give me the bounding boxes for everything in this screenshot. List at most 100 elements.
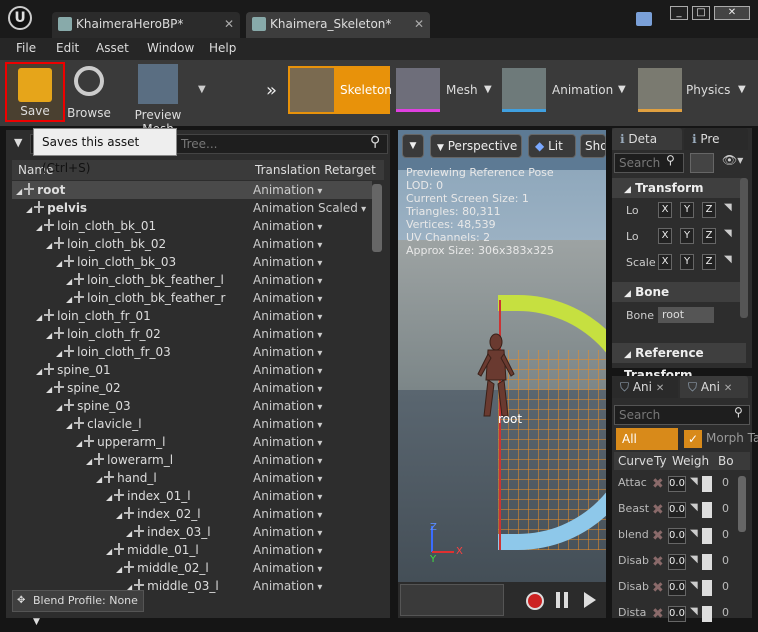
scrollbar[interactable]	[738, 476, 746, 532]
retarget-dropdown[interactable]: Animation ▾	[253, 415, 322, 435]
tree-row[interactable]: ◢ loin_cloth_fr_02 Animation ▾	[12, 325, 372, 343]
chevron-right-icon[interactable]: »	[266, 80, 277, 101]
tab-anim-1[interactable]: ⛉ Ani ✕	[612, 376, 678, 398]
axis-x-field[interactable]: X	[658, 228, 672, 244]
close-tab-icon[interactable]: ✕	[414, 12, 424, 36]
tree-row[interactable]: ◢ loin_cloth_fr_03 Animation ▾	[12, 343, 372, 361]
save-button[interactable]: Save	[5, 62, 65, 122]
axis-x-field[interactable]: X	[658, 254, 672, 270]
reset-arrow-icon[interactable]: ◥	[690, 502, 698, 513]
retarget-dropdown[interactable]: Animation ▾	[253, 487, 322, 507]
expand-icon[interactable]: ◢	[66, 421, 72, 430]
preview-mesh-dropdown-icon[interactable]: ▼	[198, 84, 206, 95]
col-type[interactable]: Ty	[654, 452, 667, 470]
retarget-dropdown[interactable]: Animation ▾	[253, 325, 322, 345]
lit-button[interactable]: ◆ Lit	[528, 134, 576, 158]
retarget-dropdown[interactable]: Animation ▾	[253, 577, 322, 597]
axis-z-field[interactable]: Z	[702, 228, 716, 244]
mode-physics[interactable]: Physics ▼	[636, 66, 752, 114]
reset-arrow-icon[interactable]: ◥	[690, 606, 698, 617]
perspective-button[interactable]: ▼ Perspective	[430, 134, 522, 158]
curves-search-input[interactable]: Search	[614, 405, 750, 425]
tab-khaimera-hero-bp[interactable]: KhaimeraHeroBP* ✕	[52, 12, 240, 38]
expand-icon[interactable]: ◢	[56, 403, 62, 412]
tree-row[interactable]: ◢ root Animation ▾	[12, 181, 372, 199]
curve-slider[interactable]	[702, 580, 712, 596]
tree-row[interactable]: ◢ lowerarm_l Animation ▾	[12, 451, 372, 469]
menu-window[interactable]: Window	[147, 41, 194, 55]
curve-slider[interactable]	[702, 528, 712, 544]
curve-weight-field[interactable]: 0.0	[668, 528, 686, 544]
retarget-dropdown[interactable]: Animation ▾	[253, 523, 322, 543]
mode-animation[interactable]: Animation ▼	[500, 66, 632, 114]
expand-icon[interactable]: ◢	[96, 475, 102, 484]
axis-y-field[interactable]: Y	[680, 228, 694, 244]
retarget-dropdown[interactable]: Animation ▾	[253, 289, 322, 309]
grid-view-icon[interactable]	[690, 153, 714, 173]
tree-row[interactable]: ◢ clavicle_l Animation ▾	[12, 415, 372, 433]
curve-weight-field[interactable]: 0.0	[668, 554, 686, 570]
curve-slider[interactable]	[702, 502, 712, 518]
retarget-dropdown[interactable]: Animation ▾	[253, 451, 322, 471]
delete-curve-icon[interactable]: ✖	[652, 554, 664, 570]
tree-row[interactable]: ◢ hand_l Animation ▾	[12, 469, 372, 487]
retarget-dropdown[interactable]: Animation Scaled ▾	[253, 199, 366, 219]
retarget-dropdown[interactable]: Animation ▾	[253, 271, 322, 291]
axis-x-field[interactable]: X	[658, 202, 672, 218]
browse-button[interactable]: Browse	[66, 62, 112, 122]
retarget-dropdown[interactable]: Animation ▾	[253, 433, 322, 453]
retarget-dropdown[interactable]: Animation ▾	[253, 343, 322, 363]
expand-icon[interactable]: ◢	[126, 529, 132, 538]
axis-y-field[interactable]: Y	[680, 254, 694, 270]
reference-transform-header[interactable]: ◢ Reference Transform	[612, 343, 746, 382]
curve-weight-field[interactable]: 0.0	[668, 580, 686, 596]
expand-icon[interactable]: ◢	[16, 187, 22, 196]
timeline-box[interactable]	[400, 584, 504, 616]
maximize-button[interactable]: □	[692, 6, 710, 20]
col-curve[interactable]: Curve	[618, 452, 653, 470]
curve-weight-field[interactable]: 0.0	[668, 476, 686, 492]
tree-row[interactable]: ◢ spine_03 Animation ▾	[12, 397, 372, 415]
tab-details[interactable]: ℹ Deta	[612, 128, 682, 150]
retarget-dropdown[interactable]: Animation ▾	[253, 235, 322, 255]
blend-profile-dropdown[interactable]: ✥ Blend Profile: None ▼	[12, 590, 144, 627]
close-button[interactable]: ✕	[714, 6, 750, 20]
expand-icon[interactable]: ◢	[106, 547, 112, 556]
tree-row[interactable]: ◢ index_02_l Animation ▾	[12, 505, 372, 523]
menu-help[interactable]: Help	[209, 41, 236, 55]
tree-row[interactable]: ◢ spine_01 Animation ▾	[12, 361, 372, 379]
curve-slider[interactable]	[702, 554, 712, 570]
curve-slider[interactable]	[702, 476, 712, 492]
delete-curve-icon[interactable]: ✖	[652, 606, 664, 622]
menu-asset[interactable]: Asset	[96, 41, 129, 55]
retarget-dropdown[interactable]: Animation ▾	[253, 181, 322, 201]
tree-row[interactable]: ◢ middle_01_l Animation ▾	[12, 541, 372, 559]
tree-row[interactable]: ◢ upperarm_l Animation ▾	[12, 433, 372, 451]
viewport-options-button[interactable]: ▼	[402, 134, 424, 158]
reset-arrow-icon[interactable]: ◥	[724, 228, 732, 239]
expand-icon[interactable]: ◢	[66, 277, 72, 286]
eye-icon[interactable]: 👁▾	[722, 153, 743, 167]
close-tab-icon[interactable]: ✕	[724, 383, 732, 394]
mode-mesh[interactable]: Mesh ▼	[394, 66, 498, 114]
pause-icon[interactable]	[556, 592, 560, 608]
minimize-button[interactable]: _	[670, 6, 688, 20]
expand-icon[interactable]: ◢	[46, 241, 52, 250]
close-tab-icon[interactable]: ✕	[224, 12, 234, 36]
expand-icon[interactable]: ◢	[116, 511, 122, 520]
expand-icon[interactable]: ◢	[46, 331, 52, 340]
tree-row[interactable]: ◢ loin_cloth_bk_01 Animation ▾	[12, 217, 372, 235]
retarget-dropdown[interactable]: Animation ▾	[253, 307, 322, 327]
step-forward-icon[interactable]	[584, 592, 596, 608]
expand-icon[interactable]: ◢	[86, 457, 92, 466]
retarget-dropdown[interactable]: Animation ▾	[253, 379, 322, 399]
menu-file[interactable]: File	[16, 41, 36, 55]
reset-arrow-icon[interactable]: ◥	[690, 528, 698, 539]
scrollbar[interactable]	[740, 178, 748, 318]
show-button[interactable]: Sho	[580, 134, 606, 158]
delete-curve-icon[interactable]: ✖	[652, 502, 664, 518]
tab-anim-2[interactable]: ⛉ Ani ✕	[680, 376, 748, 398]
tab-preview[interactable]: ℹ Pre	[684, 128, 748, 150]
reset-arrow-icon[interactable]: ◥	[690, 580, 698, 591]
curve-weight-field[interactable]: 0.0	[668, 502, 686, 518]
